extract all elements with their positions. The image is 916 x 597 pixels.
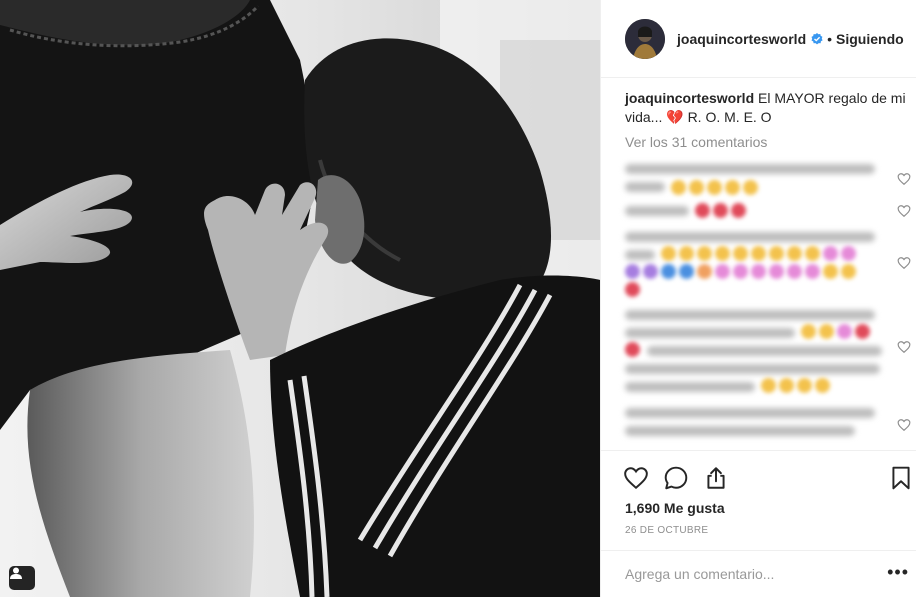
action-bar <box>601 450 916 506</box>
comment-like-icon[interactable] <box>897 418 911 432</box>
view-all-comments-link[interactable]: Ver los 31 comentarios <box>625 134 767 150</box>
following-button[interactable]: Siguiendo <box>836 31 904 47</box>
comment-like-icon[interactable] <box>897 340 911 354</box>
post-header: joaquincortesworld • Siguiendo <box>601 0 916 78</box>
header-separator: • <box>827 30 833 47</box>
bookmark-icon[interactable] <box>888 465 914 491</box>
list-item <box>625 404 916 444</box>
comment-like-icon[interactable] <box>897 172 911 186</box>
comment-input[interactable] <box>625 566 875 582</box>
share-upload-icon[interactable] <box>703 465 729 491</box>
like-count[interactable]: 1,690 Me gusta <box>625 500 725 516</box>
avatar[interactable] <box>625 18 665 59</box>
list-item <box>625 200 916 220</box>
post-caption: joaquincortesworld El MAYOR regalo de mi… <box>625 89 911 127</box>
list-item <box>625 228 916 298</box>
caption-username[interactable]: joaquincortesworld <box>625 90 754 106</box>
photo-image <box>0 0 600 597</box>
list-item <box>625 306 916 396</box>
post-side-panel: joaquincortesworld • Siguiendo joaquinco… <box>600 0 916 597</box>
header-username[interactable]: joaquincortesworld <box>677 31 806 47</box>
speech-bubble-icon[interactable] <box>663 465 689 491</box>
list-item <box>625 160 916 196</box>
add-comment-bar: ••• <box>601 550 916 597</box>
comment-like-icon[interactable] <box>897 204 911 218</box>
heart-outline-icon[interactable] <box>623 465 649 491</box>
more-options-icon[interactable]: ••• <box>887 563 909 581</box>
verified-badge-icon <box>811 32 823 45</box>
post-date[interactable]: 26 DE OCTUBRE <box>625 525 708 536</box>
user-tag-icon[interactable] <box>9 566 35 590</box>
comment-like-icon[interactable] <box>897 256 911 270</box>
post-photo[interactable] <box>0 0 600 597</box>
